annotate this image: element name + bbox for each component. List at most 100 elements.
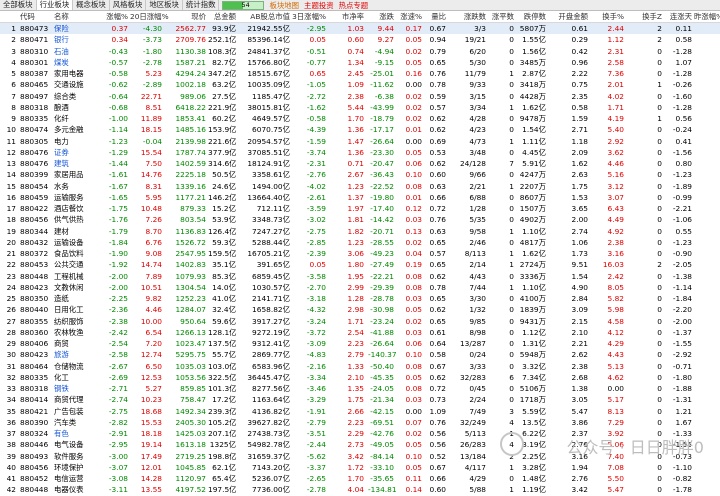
column-header-10[interactable]: 涨速% bbox=[396, 11, 422, 22]
table-row[interactable]: 10 880474 多元金融 -1.14 18.15 1485.16 153.9亿 6070.… bbox=[0, 124, 720, 135]
cell-14: 0 bbox=[509, 384, 514, 393]
cell-19: -1.38 bbox=[672, 271, 692, 281]
link-1[interactable]: 主题投资 bbox=[304, 0, 334, 11]
column-header-6[interactable]: AB股总市值 bbox=[236, 11, 290, 22]
cell-3: -2.36 bbox=[108, 305, 128, 315]
table-row[interactable]: 36 880390 汽车类 -2.82 15.53 2405.30 105.2亿 39627.… bbox=[0, 417, 720, 428]
column-header-12[interactable]: 涨跌数 bbox=[448, 11, 486, 22]
table-row[interactable]: 33 880318 钢铁 -2.71 5.27 859.85 101.3亿 8277.56亿 -… bbox=[0, 383, 720, 394]
table-row[interactable]: 12 880476 证券 -1.29 15.54 1787.74 377.9亿 37085.5… bbox=[0, 147, 720, 158]
column-header-1[interactable]: 名称 bbox=[54, 11, 96, 22]
link-2[interactable]: 热点专题 bbox=[339, 0, 369, 11]
column-header-18[interactable]: 连涨天 bbox=[664, 11, 692, 22]
table-row[interactable]: 11 880305 电力 -1.23 -0.04 2139.98 221.6亿 20954.5… bbox=[0, 136, 720, 147]
cell-8: -3.29 bbox=[306, 395, 326, 405]
cell-15: 5807万 bbox=[519, 24, 546, 33]
tab-2[interactable]: 概念板块 bbox=[73, 0, 110, 10]
column-header-2[interactable]: 涨幅% bbox=[96, 11, 128, 22]
table-row[interactable]: 9 880335 化纤 -1.00 11.89 1853.41 60.2亿 4649.57亿 -… bbox=[0, 113, 720, 124]
column-header-4[interactable]: 现价 bbox=[164, 11, 206, 22]
table-row[interactable]: 4 880301 煤炭 -0.57 -2.78 1587.21 82.7亿 15766.80亿… bbox=[0, 57, 720, 68]
column-header-8[interactable]: 市净率 bbox=[330, 11, 364, 22]
column-header-7[interactable]: 3日涨幅% bbox=[292, 11, 326, 22]
link-0[interactable]: 板块地图 bbox=[269, 0, 299, 11]
table-row[interactable]: 42 880448 电器仪表 -3.11 13.55 4197.52 197.5亿 7736.… bbox=[0, 484, 720, 495]
table-row[interactable]: 1 880473 保险 0.37 -4.30 2562.77 93.9亿 21942.55亿 -… bbox=[0, 23, 720, 35]
table-row[interactable]: 34 880414 商贸代理 -2.74 10.23 758.47 17.2亿 1163.64… bbox=[0, 394, 720, 405]
cell-15: 1.54亿 bbox=[522, 125, 546, 135]
column-header-19[interactable]: 昨涨幅% bbox=[694, 11, 720, 22]
cell-5: 2719.25 bbox=[175, 451, 206, 461]
column-header-16[interactable]: 换手% bbox=[590, 11, 624, 22]
table-row[interactable]: 35 880421 广告包装 -2.75 18.68 1492.34 239.3亿 4136.… bbox=[0, 406, 720, 417]
table-row[interactable]: 40 880456 环境保护 -3.07 12.01 1045.85 62.1亿 7143.2… bbox=[0, 462, 720, 473]
cell-3: -1.23 bbox=[108, 136, 128, 146]
column-header-9[interactable]: 涨跌 bbox=[368, 11, 394, 22]
cell-14: 1 bbox=[509, 485, 514, 495]
cell-19: 0.56 bbox=[675, 114, 692, 123]
cell-16: 1.75 bbox=[571, 181, 588, 191]
cell-10: -50.40 bbox=[370, 361, 394, 371]
cell-7: 39627.82亿 bbox=[247, 417, 290, 427]
table-row[interactable]: 23 880448 工程机械 -2.00 7.89 1079.93 85.3亿 6859.45… bbox=[0, 271, 720, 282]
cell-3: -2.95 bbox=[108, 440, 128, 450]
cell-6: 60.2亿 bbox=[212, 114, 236, 123]
table-row[interactable]: 20 880432 运输设备 -1.84 6.76 1526.72 59.3亿 5288.44… bbox=[0, 237, 720, 248]
table-row[interactable]: 28 880360 农林牧渔 -2.42 6.54 1266.13 128.1亿 9272.1… bbox=[0, 327, 720, 338]
table-row[interactable]: 7 880497 综合类 -0.64 22.71 989.06 27.5亿 1185.47亿 -… bbox=[0, 91, 720, 102]
table-row[interactable]: 3 880310 石油 -0.43 -1.80 1130.38 108.3亿 24841.37… bbox=[0, 46, 720, 57]
table-row[interactable]: 19 880344 建材 -1.79 8.70 1136.83 126.4亿 7247.27亿… bbox=[0, 226, 720, 237]
table-row[interactable]: 15 880454 水务 -1.67 8.31 1339.16 24.6亿 1494.00亿 -… bbox=[0, 181, 720, 192]
cell-2: 汽车类 bbox=[54, 417, 77, 427]
column-header-17[interactable]: 换手Z bbox=[626, 11, 662, 22]
cell-5: 1787.74 bbox=[175, 147, 206, 157]
cell-18: 0 bbox=[657, 125, 662, 135]
table-row[interactable]: 18 880456 供气供热 -1.76 7.26 803.54 53.9亿 3348.73亿… bbox=[0, 214, 720, 225]
table-row[interactable]: 26 880440 日用化工 -2.36 4.46 1284.07 32.4亿 1658.82… bbox=[0, 304, 720, 315]
table-row[interactable]: 14 880399 家居用品 -1.61 14.76 2225.18 50.5亿 3358.6… bbox=[0, 169, 720, 180]
table-row[interactable]: 2 880471 银行 0.34 -3.73 2709.76 252.1亿 85396.14亿… bbox=[0, 34, 720, 45]
table-row[interactable]: 5 880387 家用电器 -0.58 5.23 4294.24 347.2亿 18515.6… bbox=[0, 68, 720, 79]
cell-10: -26.64 bbox=[370, 339, 394, 348]
table-row[interactable]: 17 880422 酒店餐饮 -1.75 10.48 879.33 15.2亿 712.11亿… bbox=[0, 203, 720, 214]
table-row[interactable]: 6 880465 交通设施 -0.62 -2.89 1002.18 63.2亿 10035.0… bbox=[0, 79, 720, 90]
table-row[interactable]: 25 880350 造纸 -2.25 9.82 1252.23 41.0亿 2141.71亿 -… bbox=[0, 293, 720, 304]
table-row[interactable]: 30 880423 旅游 -2.58 12.74 5295.75 55.7亿 2869.77亿… bbox=[0, 349, 720, 360]
table-row[interactable]: 24 880423 文教休闲 -2.00 10.51 1304.54 14.0亿 1030.5… bbox=[0, 282, 720, 293]
column-header-5[interactable]: 总金额 bbox=[208, 11, 236, 22]
cell-0: 7 bbox=[11, 91, 16, 101]
table-row[interactable]: 41 880452 电信运营 -3.08 14.28 1120.97 65.4亿 5236.0… bbox=[0, 473, 720, 484]
column-header-11[interactable]: 量比 bbox=[424, 11, 446, 22]
column-header-14[interactable]: 跌停数 bbox=[516, 11, 546, 22]
table-row[interactable]: 8 880318 酿酒 -0.68 8.51 6418.22 221.9亿 38015.81亿… bbox=[0, 102, 720, 113]
table-row[interactable]: 21 880372 食品饮料 -1.90 9.08 2547.95 159.5亿 16705.… bbox=[0, 248, 720, 259]
table-row[interactable]: 31 880464 仓储物流 -2.67 6.50 1035.03 103.0亿 6583.9… bbox=[0, 361, 720, 372]
tab-3[interactable]: 风格板块 bbox=[110, 0, 147, 10]
cell-14: 0 bbox=[509, 204, 514, 213]
cell-2: 煤炭 bbox=[54, 57, 69, 67]
tab-4[interactable]: 地区板块 bbox=[146, 0, 183, 10]
cell-4: 22.71 bbox=[140, 91, 162, 101]
tab-1[interactable]: 行业板块 bbox=[36, 0, 74, 10]
table-row[interactable]: 32 880335 化工 -2.69 12.53 1053.56 322.5亿 36445.4… bbox=[0, 372, 720, 383]
cell-3: -0.58 bbox=[108, 69, 128, 78]
table-row[interactable]: 16 880459 运输服务 -1.65 5.95 1177.21 146.2亿 13664.… bbox=[0, 192, 720, 203]
column-header-3[interactable]: 20日涨幅% bbox=[130, 11, 169, 22]
column-header-15[interactable]: 开盘金额 bbox=[548, 11, 588, 22]
cell-11: 0.08 bbox=[405, 181, 422, 191]
table-row[interactable]: 13 880476 建筑 -1.44 7.50 1402.59 314.6亿 18124.91… bbox=[0, 158, 720, 169]
cell-4: 5.23 bbox=[145, 69, 162, 78]
cell-1: 880448 bbox=[20, 271, 49, 281]
cell-4: 9.08 bbox=[145, 249, 162, 258]
cell-6: 50.5亿 bbox=[212, 170, 236, 180]
column-header-13[interactable]: 涨平数 bbox=[488, 11, 514, 22]
cell-13: 19/21 bbox=[464, 35, 486, 45]
cell-12: 0.58 bbox=[429, 350, 446, 360]
table-row[interactable]: 22 880453 公共交通 -1.92 14.74 1402.83 35.1亿 391.65… bbox=[0, 259, 720, 270]
tab-0[interactable]: 全部板块 bbox=[0, 0, 37, 10]
table-row[interactable]: 29 880406 商贸 -2.54 7.20 1023.47 137.5亿 9312.41亿… bbox=[0, 338, 720, 349]
column-header-0[interactable]: 代码 bbox=[20, 11, 50, 22]
table-row[interactable]: 27 880355 纺织服饰 -2.38 10.00 950.64 59.6亿 3917.27… bbox=[0, 316, 720, 327]
cell-1: 880335 bbox=[20, 114, 49, 123]
tab-5[interactable]: 统计指数 bbox=[183, 0, 220, 10]
